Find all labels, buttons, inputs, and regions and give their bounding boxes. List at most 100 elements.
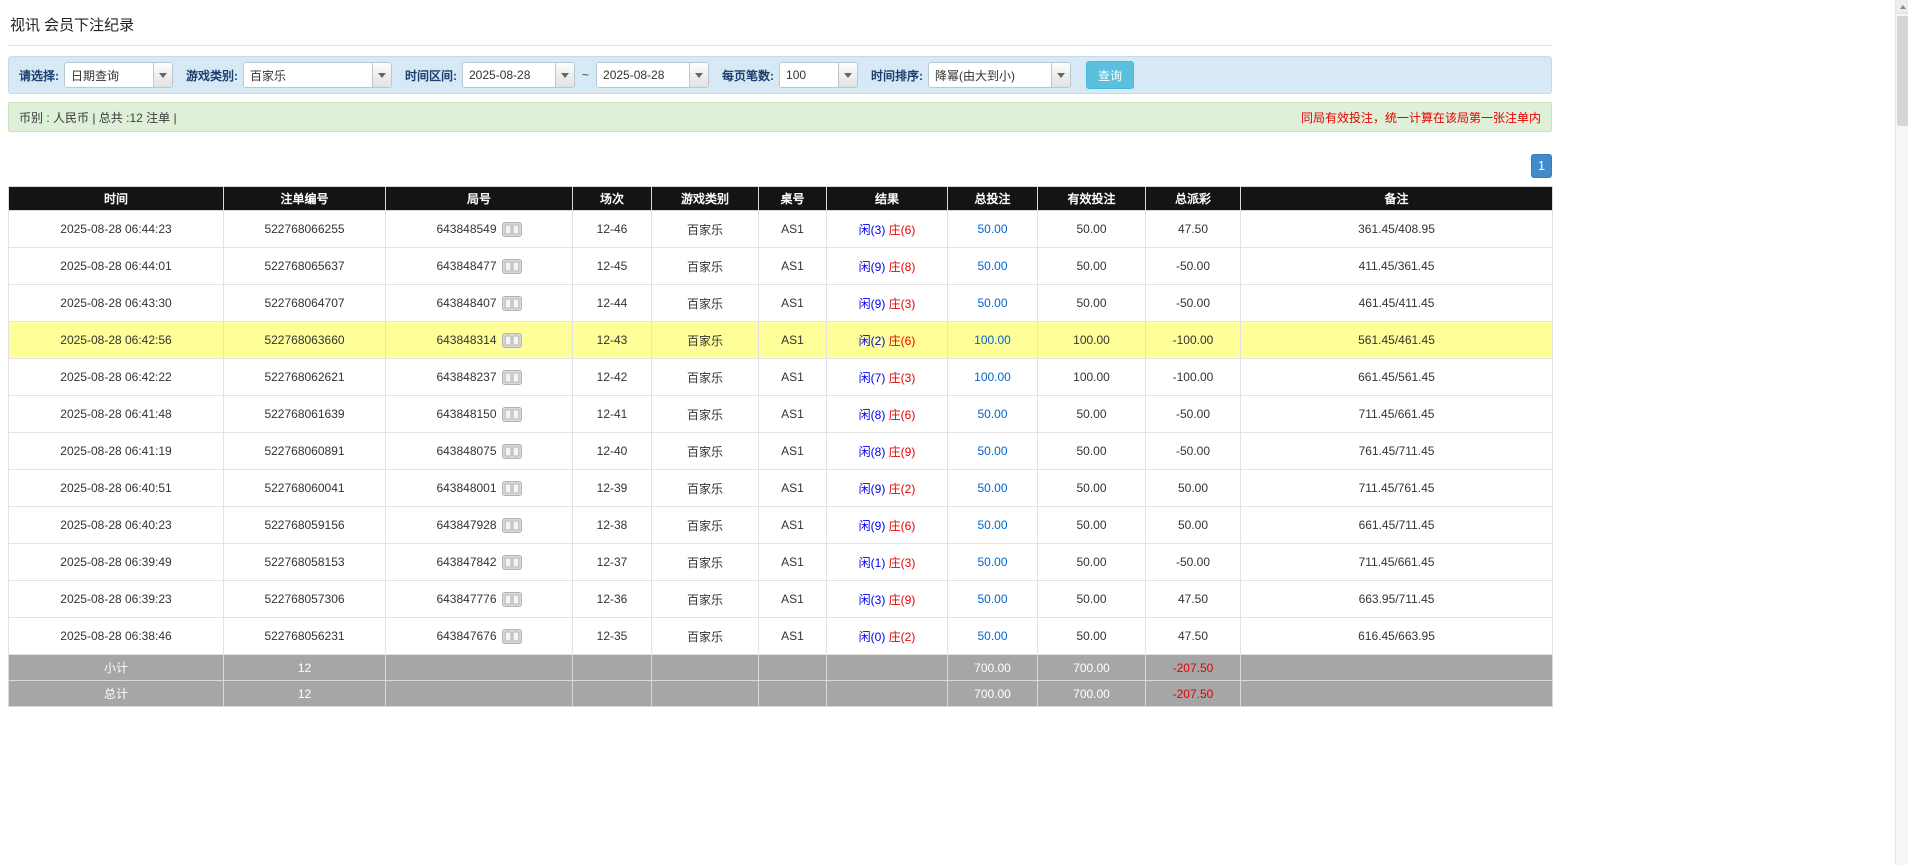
cell-valid-bet: 50.00 [1038,507,1146,544]
total-bet-link[interactable]: 50.00 [977,444,1007,458]
cell-game-type: 百家乐 [652,396,759,433]
cell-time: 2025-08-28 06:44:23 [9,211,224,248]
summary-note [1241,681,1553,707]
summary-label: 总计 [9,681,224,707]
column-header: 总投注 [948,187,1038,211]
cell-payout: 47.50 [1146,618,1241,655]
search-button[interactable]: 查询 [1086,61,1134,89]
result-player: 闲(8) [859,445,886,459]
pagination: 1 [8,154,1552,178]
cell-table-id: AS1 [759,433,827,470]
cell-time: 2025-08-28 06:41:48 [9,396,224,433]
cell-table-id: AS1 [759,359,827,396]
cell-note: 661.45/711.45 [1241,507,1553,544]
cards-icon[interactable] [502,481,522,496]
total-bet-link[interactable]: 50.00 [977,481,1007,495]
cell-game-type: 百家乐 [652,618,759,655]
cell-round-id: 643848237 [386,359,573,396]
cell-table-id: AS1 [759,211,827,248]
bet-records-table: 时间注单编号局号场次游戏类别桌号结果总投注有效投注总派彩备注 2025-08-2… [8,186,1553,707]
cell-game-type: 百家乐 [652,581,759,618]
chevron-down-icon[interactable] [838,63,857,87]
game-type-input[interactable] [244,63,372,87]
total-bet-link[interactable]: 100.00 [974,370,1011,384]
query-type-input[interactable] [65,63,153,87]
total-bet-link[interactable]: 50.00 [977,629,1007,643]
column-header: 时间 [9,187,224,211]
cell-bet-id: 522768056231 [224,618,386,655]
cell-payout: -100.00 [1146,359,1241,396]
cards-icon[interactable] [502,629,522,644]
cards-icon[interactable] [502,370,522,385]
total-bet-link[interactable]: 50.00 [977,407,1007,421]
total-bet-link[interactable]: 50.00 [977,555,1007,569]
total-bet-link[interactable]: 50.00 [977,592,1007,606]
cell-round-id: 643848001 [386,470,573,507]
scrollbar-thumb[interactable] [1897,16,1908,126]
cell-result: 闲(2) 庄(6) [827,322,948,359]
cell-total-bet: 50.00 [948,618,1038,655]
date-range-separator: ~ [582,68,589,82]
chevron-down-icon[interactable] [689,63,708,87]
cards-icon[interactable] [502,592,522,607]
chevron-down-icon[interactable] [153,63,172,87]
table-row: 2025-08-28 06:40:51522768060041643848001… [9,470,1553,507]
arrow-up-icon[interactable] [1896,0,1908,14]
page-number-button[interactable]: 1 [1531,154,1552,178]
cell-valid-bet: 50.00 [1038,433,1146,470]
date-to-input[interactable] [597,63,689,87]
date-from-input[interactable] [463,63,555,87]
cell-total-bet: 50.00 [948,544,1038,581]
table-body: 2025-08-28 06:44:23522768066255643848549… [9,211,1553,655]
total-bet-link[interactable]: 100.00 [974,333,1011,347]
cell-round-id: 643848314 [386,322,573,359]
vertical-scrollbar[interactable] [1895,0,1908,865]
result-banker: 庄(3) [889,371,916,385]
cell-bet-id: 522768061639 [224,396,386,433]
cards-icon[interactable] [502,222,522,237]
cell-game-type: 百家乐 [652,544,759,581]
cell-note: 411.45/361.45 [1241,248,1553,285]
cards-icon[interactable] [502,518,522,533]
cards-icon[interactable] [502,259,522,274]
cards-icon[interactable] [502,555,522,570]
sort-order-input[interactable] [929,63,1051,87]
summary-session [573,655,652,681]
result-banker: 庄(6) [889,334,916,348]
cell-result: 闲(9) 庄(6) [827,507,948,544]
cell-payout: -100.00 [1146,322,1241,359]
page-size-input[interactable] [780,63,838,87]
cell-total-bet: 50.00 [948,470,1038,507]
summary-valid-bet: 700.00 [1038,655,1146,681]
summary-session [573,681,652,707]
result-banker: 庄(3) [889,297,916,311]
total-bet-link[interactable]: 50.00 [977,296,1007,310]
chevron-down-icon[interactable] [1051,63,1070,87]
page-size-label: 每页笔数: [722,67,774,84]
table-row: 2025-08-28 06:41:19522768060891643848075… [9,433,1553,470]
cards-icon[interactable] [502,296,522,311]
cell-time: 2025-08-28 06:40:23 [9,507,224,544]
cards-icon[interactable] [502,444,522,459]
cards-icon[interactable] [502,333,522,348]
cell-time: 2025-08-28 06:42:56 [9,322,224,359]
cell-table-id: AS1 [759,285,827,322]
result-player: 闲(9) [859,297,886,311]
chevron-down-icon[interactable] [372,63,391,87]
summary-round [386,655,573,681]
chevron-down-icon[interactable] [555,63,574,87]
cell-payout: 50.00 [1146,470,1241,507]
valid-bet-note: 同局有效投注，统一计算在该局第一张注单内 [1301,109,1541,126]
cards-icon[interactable] [502,407,522,422]
cell-total-bet: 100.00 [948,359,1038,396]
total-bet-link[interactable]: 50.00 [977,222,1007,236]
cell-round-id: 643848477 [386,248,573,285]
cell-session: 12-44 [573,285,652,322]
cell-note: 711.45/661.45 [1241,544,1553,581]
cell-result: 闲(9) 庄(3) [827,285,948,322]
total-bet-link[interactable]: 50.00 [977,259,1007,273]
date-range-label: 时间区间: [405,67,457,84]
page-title: 视讯 会员下注纪录 [8,8,1552,46]
round-id-text: 643847776 [436,592,496,606]
total-bet-link[interactable]: 50.00 [977,518,1007,532]
